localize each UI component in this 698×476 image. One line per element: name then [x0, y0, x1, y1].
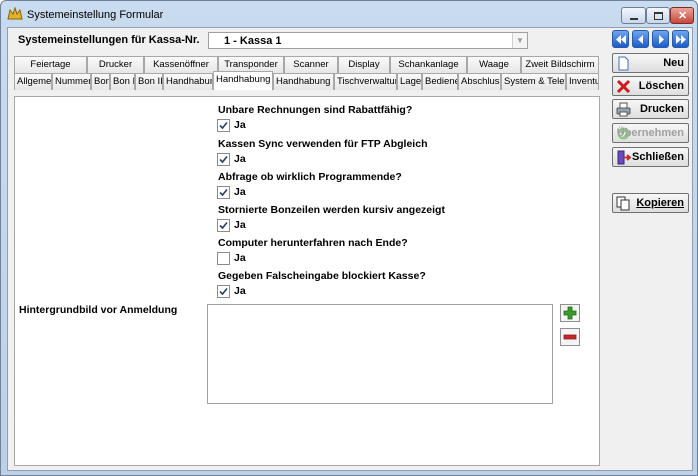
previous-icon	[638, 35, 643, 44]
delete-icon	[616, 79, 631, 94]
tab-handhabung-iii[interactable]: Handhabung III	[273, 73, 334, 90]
tab-display[interactable]: Display	[338, 56, 390, 73]
next-record-button[interactable]	[652, 30, 669, 48]
setting-checkbox[interactable]	[217, 186, 230, 199]
tab-inventur[interactable]: Inventur	[566, 73, 599, 90]
tab-abschluss[interactable]: Abschluss	[458, 73, 501, 90]
tab-nummern[interactable]: Nummern	[52, 73, 91, 90]
new-document-icon	[618, 56, 629, 71]
tab-bon[interactable]: Bon	[91, 73, 110, 90]
kassa-select-value: 1 - Kassa 1	[224, 35, 282, 47]
last-record-button[interactable]	[672, 30, 689, 48]
setting-answer: Ja	[234, 252, 246, 264]
setting-question: Unbare Rechnungen sind Rabattfähig?	[218, 104, 413, 116]
setting-answer: Ja	[234, 219, 246, 231]
printer-icon	[616, 102, 631, 117]
setting-answer: Ja	[234, 186, 246, 198]
form-client: Systemeinstellungen für Kassa-Nr. 1 - Ka…	[7, 27, 693, 471]
tab-bediener[interactable]: Bediener	[422, 73, 458, 90]
tab-scanner[interactable]: Scanner	[284, 56, 338, 73]
background-image-label: Hintergrundbild vor Anmeldung	[19, 304, 178, 316]
plus-icon	[563, 306, 577, 320]
window-title: Systemeinstellung Formular	[27, 9, 164, 21]
setting-question: Computer herunterfahren nach Ende?	[218, 237, 408, 249]
setting-answer: Ja	[234, 119, 246, 131]
setting-checkbox[interactable]	[217, 119, 230, 132]
setting-question: Kassen Sync verwenden für FTP Abgleich	[218, 138, 428, 150]
checkmark-icon	[219, 221, 228, 230]
setting-checkbox[interactable]	[217, 285, 230, 298]
setting-question: Gegeben Falscheingabe blockiert Kasse?	[218, 270, 426, 282]
minimize-icon	[630, 18, 638, 20]
print-button[interactable]: Drucken	[612, 99, 689, 119]
print-button-label: Drucken	[639, 103, 684, 115]
setting-question: Stornierte Bonzeilen werden kursiv angez…	[218, 204, 445, 216]
add-image-button[interactable]	[560, 304, 580, 322]
delete-button-label: Löschen	[638, 80, 684, 92]
kassa-label: Systemeinstellungen für Kassa-Nr.	[18, 34, 200, 46]
next-icon	[659, 35, 664, 44]
tab-allgemein[interactable]: Allgemein	[14, 73, 52, 90]
tab-drucker[interactable]: Drucker	[87, 56, 144, 73]
background-image-field[interactable]	[207, 304, 553, 404]
apply-button-label: Übernehmen	[616, 127, 684, 139]
tab-zweit-bildschirm[interactable]: Zweit Bildschirm	[521, 56, 599, 73]
setting-checkbox[interactable]	[217, 219, 230, 232]
setting-checkbox[interactable]	[217, 153, 230, 166]
previous-record-button[interactable]	[632, 30, 649, 48]
tab-system-telefon[interactable]: System & Telefon	[501, 73, 566, 90]
checkmark-icon	[219, 188, 228, 197]
setting-answer: Ja	[234, 153, 246, 165]
tab-tischverwaltung[interactable]: Tischverwaltung	[334, 73, 397, 90]
first-record-button[interactable]	[612, 30, 629, 48]
maximize-icon	[654, 12, 663, 20]
delete-button[interactable]: Löschen	[612, 76, 689, 96]
tab-schankanlage[interactable]: Schankanlage	[390, 56, 467, 73]
tab-lager[interactable]: Lager	[397, 73, 422, 90]
remove-image-button[interactable]	[560, 328, 580, 346]
tab-row-2: Allgemein Nummern Bon Bon II Bon III Han…	[14, 71, 599, 90]
close-icon: ✕	[678, 10, 688, 22]
close-form-button[interactable]: Schließen	[612, 147, 689, 167]
apply-button[interactable]: Übernehmen	[612, 123, 689, 143]
exit-door-icon	[617, 150, 631, 165]
checkmark-icon	[219, 287, 228, 296]
chevron-down-icon[interactable]: ▼	[512, 33, 527, 48]
maximize-button[interactable]	[646, 7, 670, 24]
tab-bon-iii[interactable]: Bon III	[135, 73, 163, 90]
new-button-label: Neu	[663, 57, 684, 69]
tab-feiertage[interactable]: Feiertage	[14, 56, 87, 73]
close-form-button-label: Schließen	[632, 151, 684, 163]
setting-answer: Ja	[234, 285, 246, 297]
new-button[interactable]: Neu	[612, 53, 689, 73]
window: Systemeinstellung Formular ✕ Systemeinst…	[0, 0, 698, 476]
tab-handhabung[interactable]: Handhabung	[163, 73, 213, 90]
minimize-button[interactable]	[621, 7, 646, 24]
kassa-select[interactable]: 1 - Kassa 1 ▼	[208, 32, 528, 49]
tab-handhabung-ii[interactable]: Handhabung II	[213, 71, 273, 90]
copy-button-label: Kopieren	[636, 197, 684, 209]
tab-kassenoeffner[interactable]: Kassenöffner	[144, 56, 218, 73]
setting-question: Abfrage ob wirklich Programmende?	[218, 171, 402, 183]
checkmark-icon	[219, 155, 228, 164]
setting-checkbox[interactable]	[217, 252, 230, 265]
first-icon	[616, 35, 626, 44]
title-bar: Systemeinstellung Formular ✕	[1, 1, 697, 29]
last-icon	[676, 35, 686, 44]
copy-icon	[616, 196, 630, 211]
close-button[interactable]: ✕	[670, 7, 694, 24]
copy-button[interactable]: Kopieren	[612, 193, 689, 213]
tab-bon-ii[interactable]: Bon II	[110, 73, 135, 90]
tab-panel-handhabung-ii: Unbare Rechnungen sind Rabattfähig? Ja K…	[14, 96, 600, 466]
minus-icon	[563, 334, 577, 340]
checkmark-icon	[219, 121, 228, 130]
app-icon	[7, 7, 23, 20]
tab-waage[interactable]: Waage	[467, 56, 521, 73]
tab-row-1: Feiertage Drucker Kassenöffner Transpond…	[14, 56, 599, 73]
